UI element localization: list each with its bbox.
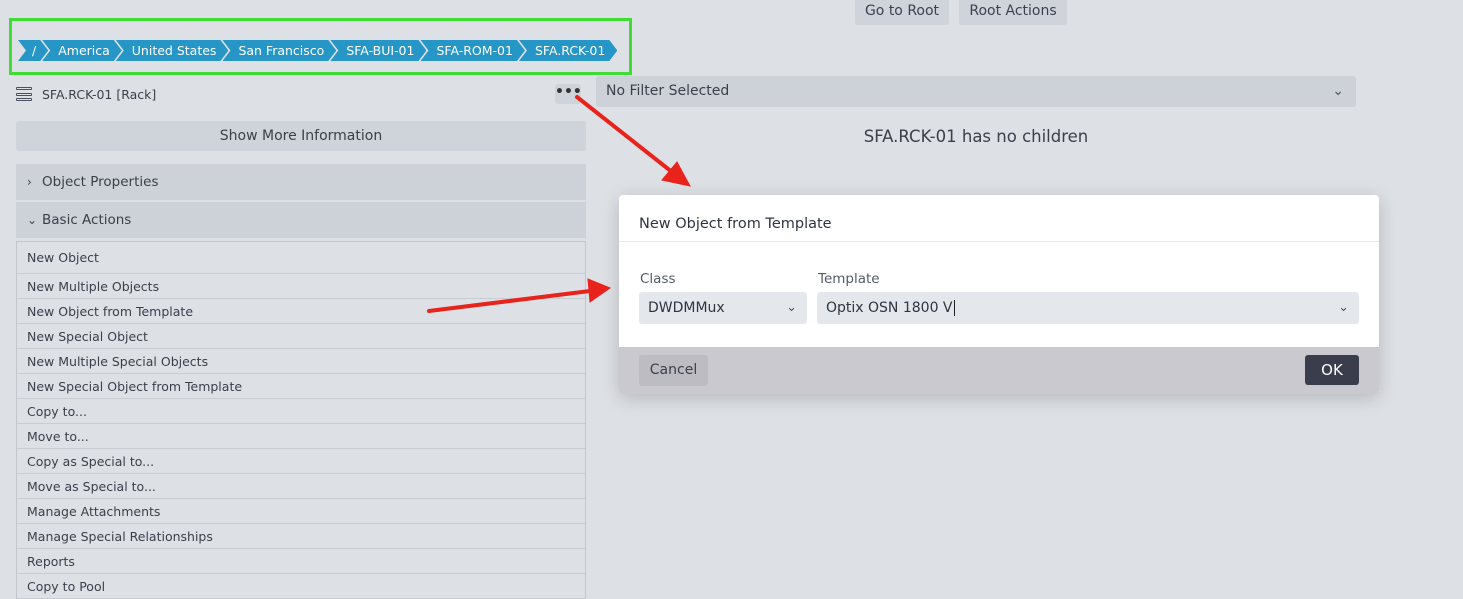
chevron-down-icon: ⌄ — [786, 300, 797, 315]
breadcrumb-item-san-francisco[interactable]: San Francisco — [222, 40, 336, 61]
action-list: New Object New Multiple Objects New Obje… — [16, 241, 586, 599]
template-label: Template — [818, 271, 880, 287]
text-cursor — [953, 300, 955, 316]
template-value: Optix OSN 1800 V — [826, 300, 953, 316]
action-copy-to-pool[interactable]: Copy to Pool — [17, 574, 585, 599]
dialog-title: New Object from Template — [619, 195, 1379, 242]
breadcrumb: / America United States San Francisco SF… — [18, 40, 611, 61]
breadcrumb-item-rack[interactable]: SFA.RCK-01 — [519, 40, 617, 61]
breadcrumb-item-united-states[interactable]: United States — [116, 40, 229, 61]
action-new-multiple-special-objects[interactable]: New Multiple Special Objects — [17, 349, 585, 374]
chevron-down-icon: ⌄ — [27, 213, 38, 227]
object-header: SFA.RCK-01 [Rack] — [16, 84, 156, 104]
action-move-as-special[interactable]: Move as Special to... — [17, 474, 585, 499]
template-select[interactable]: Optix OSN 1800 V ⌄ — [817, 292, 1359, 324]
basic-actions-header[interactable]: ⌄ Basic Actions — [16, 202, 586, 238]
rack-icon — [16, 86, 32, 102]
breadcrumb-item-america[interactable]: America — [42, 40, 122, 61]
section-label: Object Properties — [42, 174, 159, 190]
action-new-object-from-template[interactable]: New Object from Template — [17, 299, 585, 324]
go-to-root-button[interactable]: Go to Root — [855, 0, 949, 25]
action-new-multiple-objects[interactable]: New Multiple Objects — [17, 274, 585, 299]
filter-select[interactable]: No Filter Selected ⌄ — [596, 76, 1356, 107]
dialog-footer: Cancel OK — [619, 347, 1379, 394]
action-copy-as-special[interactable]: Copy as Special to... — [17, 449, 585, 474]
class-label: Class — [640, 271, 676, 287]
class-value: DWDMMux — [648, 300, 725, 316]
action-new-special-object[interactable]: New Special Object — [17, 324, 585, 349]
breadcrumb-item-room[interactable]: SFA-ROM-01 — [420, 40, 525, 61]
chevron-right-icon: › — [27, 175, 32, 189]
action-copy-to[interactable]: Copy to... — [17, 399, 585, 424]
action-move-to[interactable]: Move to... — [17, 424, 585, 449]
breadcrumb-item-root[interactable]: / — [18, 40, 48, 61]
action-new-special-object-from-template[interactable]: New Special Object from Template — [17, 374, 585, 399]
chevron-down-icon: ⌄ — [1338, 300, 1349, 315]
object-label: SFA.RCK-01 [Rack] — [42, 86, 157, 102]
action-manage-special-relationships[interactable]: Manage Special Relationships — [17, 524, 585, 549]
cancel-button[interactable]: Cancel — [639, 355, 708, 386]
no-children-message: SFA.RCK-01 has no children — [863, 127, 1089, 146]
breadcrumb-item-building[interactable]: SFA-BUI-01 — [330, 40, 426, 61]
ok-button[interactable]: OK — [1305, 355, 1359, 385]
chevron-down-icon: ⌄ — [1332, 83, 1344, 99]
root-actions-button[interactable]: Root Actions — [959, 0, 1067, 25]
new-object-from-template-dialog: New Object from Template Class DWDMMux ⌄… — [619, 195, 1379, 394]
class-select[interactable]: DWDMMux ⌄ — [639, 292, 807, 324]
filter-value: No Filter Selected — [606, 83, 730, 99]
action-reports[interactable]: Reports — [17, 549, 585, 574]
object-properties-header[interactable]: › Object Properties — [16, 164, 586, 200]
arrow-head — [587, 278, 612, 303]
more-options-button[interactable]: ••• — [555, 84, 582, 104]
arrow-head — [661, 161, 691, 187]
section-label: Basic Actions — [42, 212, 132, 228]
action-manage-attachments[interactable]: Manage Attachments — [17, 499, 585, 524]
show-more-button[interactable]: Show More Information — [16, 121, 586, 151]
action-new-object[interactable]: New Object — [17, 242, 585, 274]
